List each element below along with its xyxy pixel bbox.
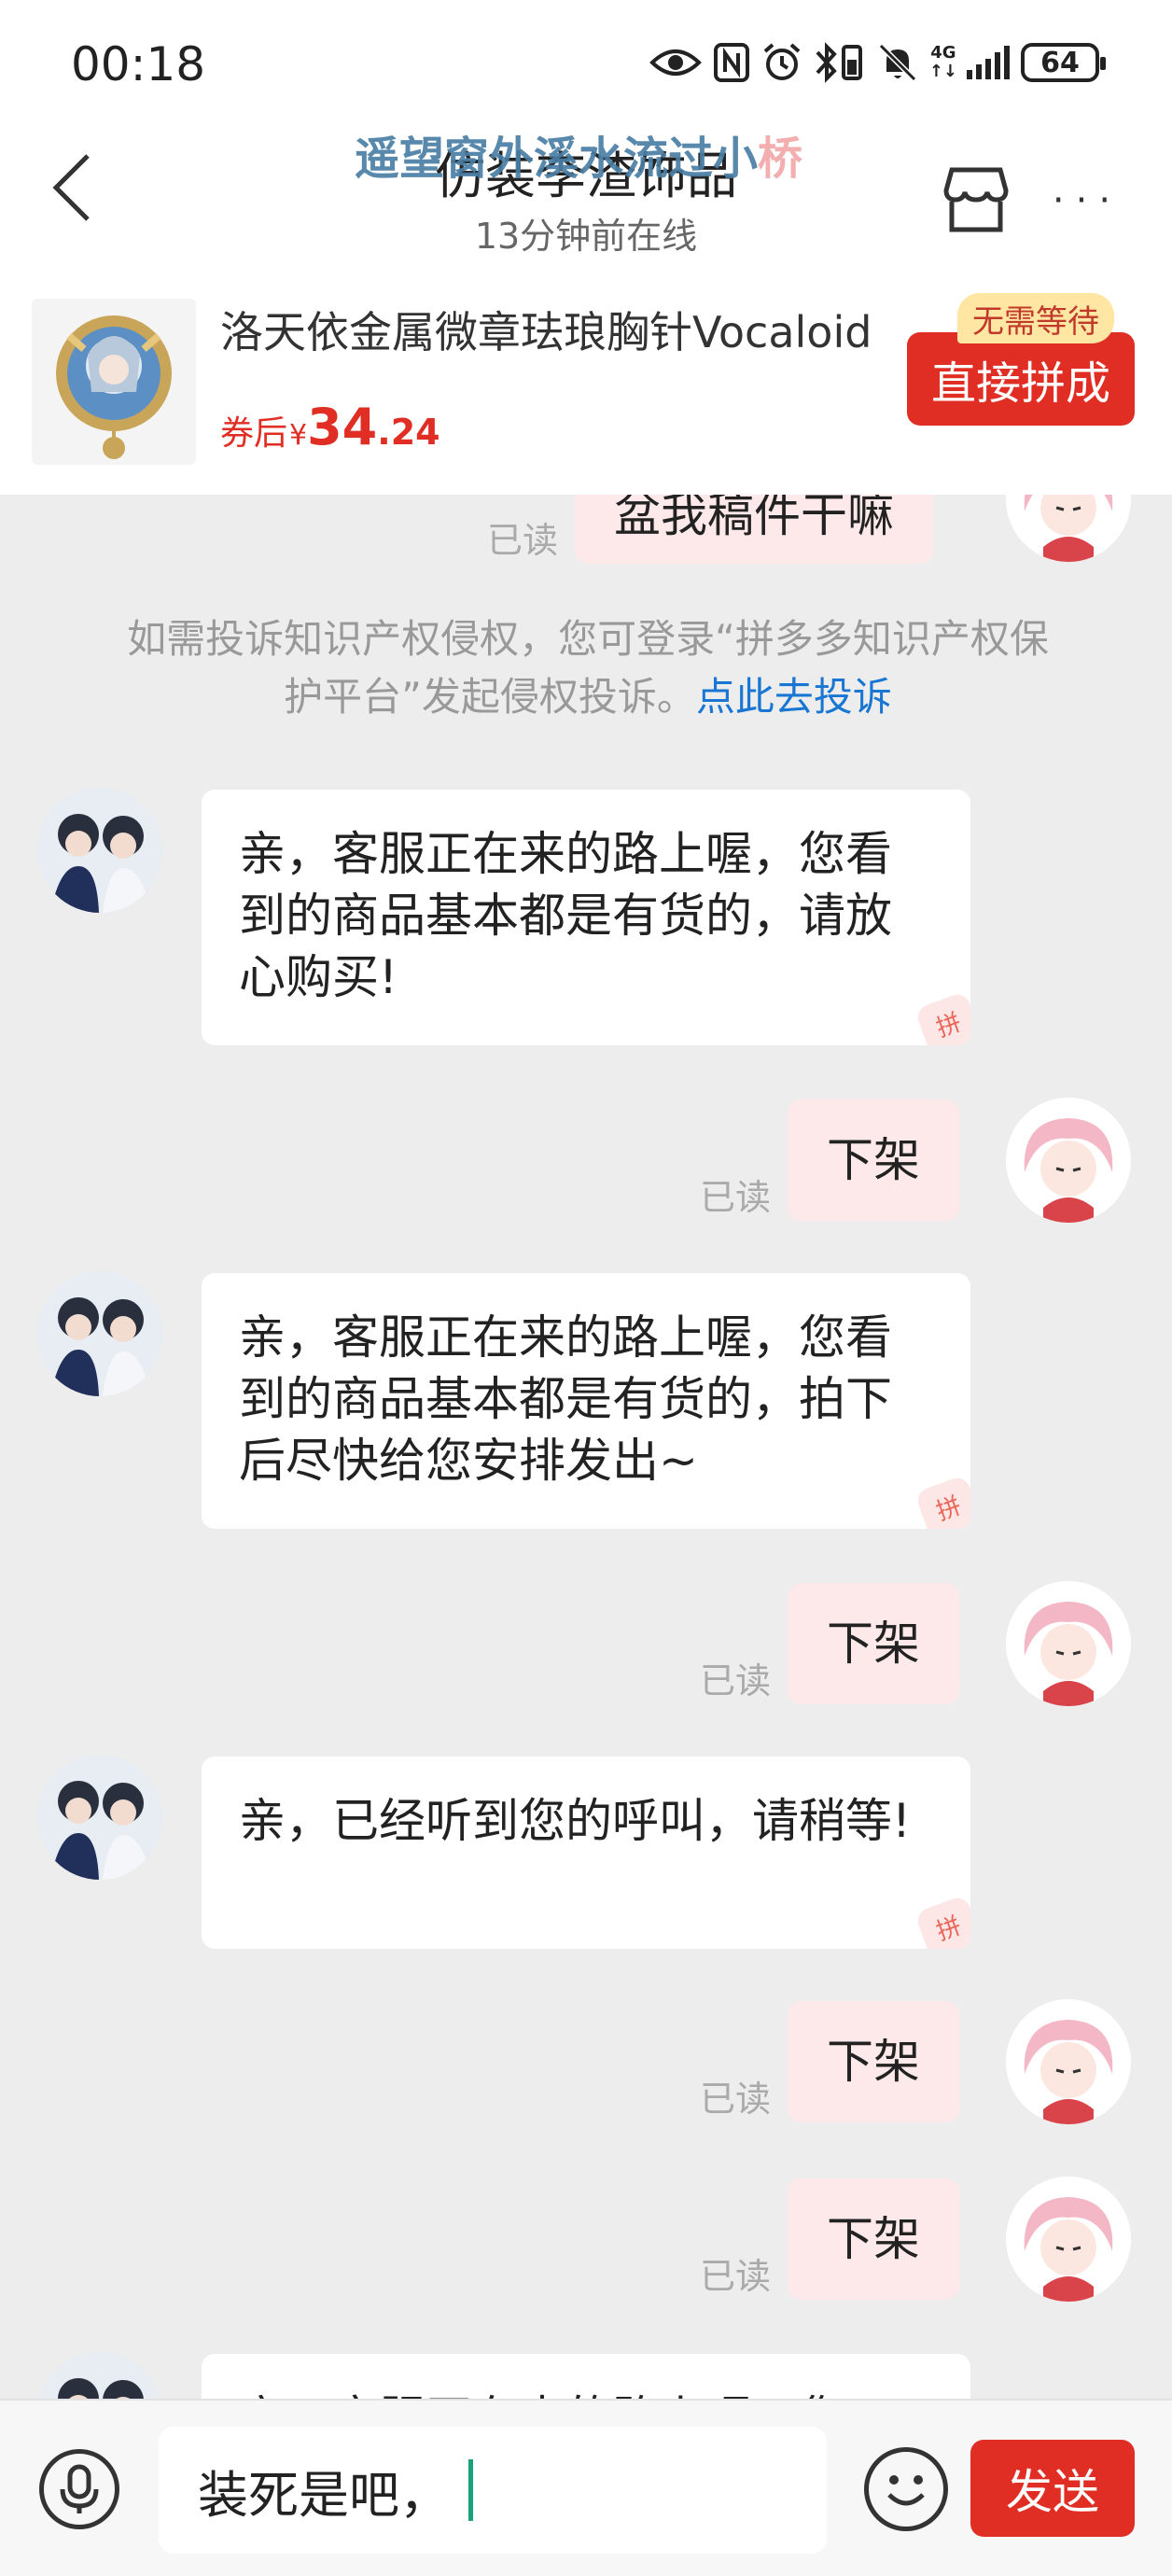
shop-avatar[interactable] xyxy=(37,1755,162,1880)
message-bubble-user[interactable]: 下架 xyxy=(788,2178,959,2300)
shop-avatar[interactable] xyxy=(37,788,162,913)
no-wait-badge: 无需等待 xyxy=(957,293,1114,343)
alarm-icon xyxy=(763,43,801,80)
chat-header: 仿装李渣饰品 遥望窗外溪水流过小桥 13分钟前在线 ··· xyxy=(0,121,1172,271)
read-receipt: 已读 xyxy=(487,520,559,561)
product-card[interactable]: 洛天依金属微章珐琅胸针Vocaloid 券后 ¥ 34 .24 直接拼成 无需等… xyxy=(0,271,1172,495)
emoji-icon xyxy=(887,2475,925,2506)
ip-complaint-notice: 如需投诉知识产权侵权，您可登录“拼多多知识产权保护平台”发起侵权投诉。点此去投诉 xyxy=(127,616,1049,720)
user-avatar[interactable] xyxy=(1006,1581,1131,1706)
pdd-watermark-icon: 拼 xyxy=(914,990,970,1045)
message-bubble-user[interactable]: 下架 xyxy=(788,2001,959,2122)
store-icon xyxy=(943,167,1009,232)
user-avatar[interactable] xyxy=(1006,1999,1131,2124)
user-avatar[interactable] xyxy=(1006,1098,1131,1223)
read-receipt: 已读 xyxy=(700,2256,772,2297)
pdd-watermark-icon: 拼 xyxy=(914,1474,970,1529)
more-button[interactable]: ··· xyxy=(1045,168,1129,233)
network-type: 4G ↑↓ xyxy=(928,43,957,81)
message-input[interactable]: 装死是吧， xyxy=(159,2427,827,2554)
message-bubble-user[interactable]: 下架 xyxy=(788,1099,959,1221)
product-price: 券后 ¥ 34 .24 xyxy=(220,398,440,456)
nfc-icon xyxy=(713,43,749,82)
shop-avatar[interactable] xyxy=(37,2352,162,2399)
message-bubble-user[interactable]: 盆我稿件干嘛 xyxy=(575,495,933,564)
user-avatar[interactable] xyxy=(1006,495,1131,562)
chat-list[interactable]: 已读 盆我稿件干嘛 如需投诉知识产权侵权，您可登录“拼多多知识产权保护平台”发起… xyxy=(0,495,1172,2399)
user-avatar[interactable] xyxy=(1006,2177,1131,2302)
shop-avatar[interactable] xyxy=(37,1271,162,1396)
input-bar: 装死是吧， 发送 xyxy=(0,2399,1172,2576)
status-time: 00:18 xyxy=(71,37,206,91)
status-icons: 4G ↑↓ 64 xyxy=(649,41,1106,84)
message-bubble-shop[interactable]: 亲，已经听到您的呼叫，请稍等! 拼 xyxy=(202,1757,970,1949)
product-image[interactable] xyxy=(32,299,196,465)
text-caret xyxy=(468,2459,473,2521)
bluetooth-battery-icon xyxy=(816,42,862,83)
message-bubble-shop[interactable]: 亲，客服正在来的路上喔，您 xyxy=(202,2354,970,2399)
product-title[interactable]: 洛天依金属微章珐琅胸针Vocaloid xyxy=(220,299,873,360)
emoji-button[interactable] xyxy=(864,2447,948,2531)
overlay-username: 遥望窗外溪水流过小桥 xyxy=(355,133,803,185)
pdd-watermark-icon: 拼 xyxy=(914,1894,970,1949)
message-bubble-shop[interactable]: 亲，客服正在来的路上喔，您看到的商品基本都是有货的，请放心购买! 拼 xyxy=(202,790,970,1045)
eye-icon xyxy=(649,49,702,76)
message-bubble-user[interactable]: 下架 xyxy=(788,1583,959,1704)
read-receipt: 已读 xyxy=(700,1177,772,1218)
buy-now-button[interactable]: 直接拼成 xyxy=(907,332,1135,426)
message-bubble-shop[interactable]: 亲，客服正在来的路上喔，您看到的商品基本都是有货的，拍下后尽快给您安排发出~ 拼 xyxy=(202,1273,970,1529)
send-button[interactable]: 发送 xyxy=(970,2440,1135,2537)
complaint-link[interactable]: 点此去投诉 xyxy=(696,674,892,720)
battery-icon: 64 xyxy=(1021,43,1106,82)
read-receipt: 已读 xyxy=(700,1660,772,1701)
store-button[interactable] xyxy=(939,162,1013,237)
signal-icon xyxy=(967,46,1010,79)
mute-icon xyxy=(878,43,916,82)
voice-button[interactable] xyxy=(39,2449,119,2529)
read-receipt: 已读 xyxy=(700,2079,772,2120)
microphone-icon xyxy=(60,2464,99,2513)
status-bar: 00:18 4G ↑↓ 64 xyxy=(0,0,1172,121)
